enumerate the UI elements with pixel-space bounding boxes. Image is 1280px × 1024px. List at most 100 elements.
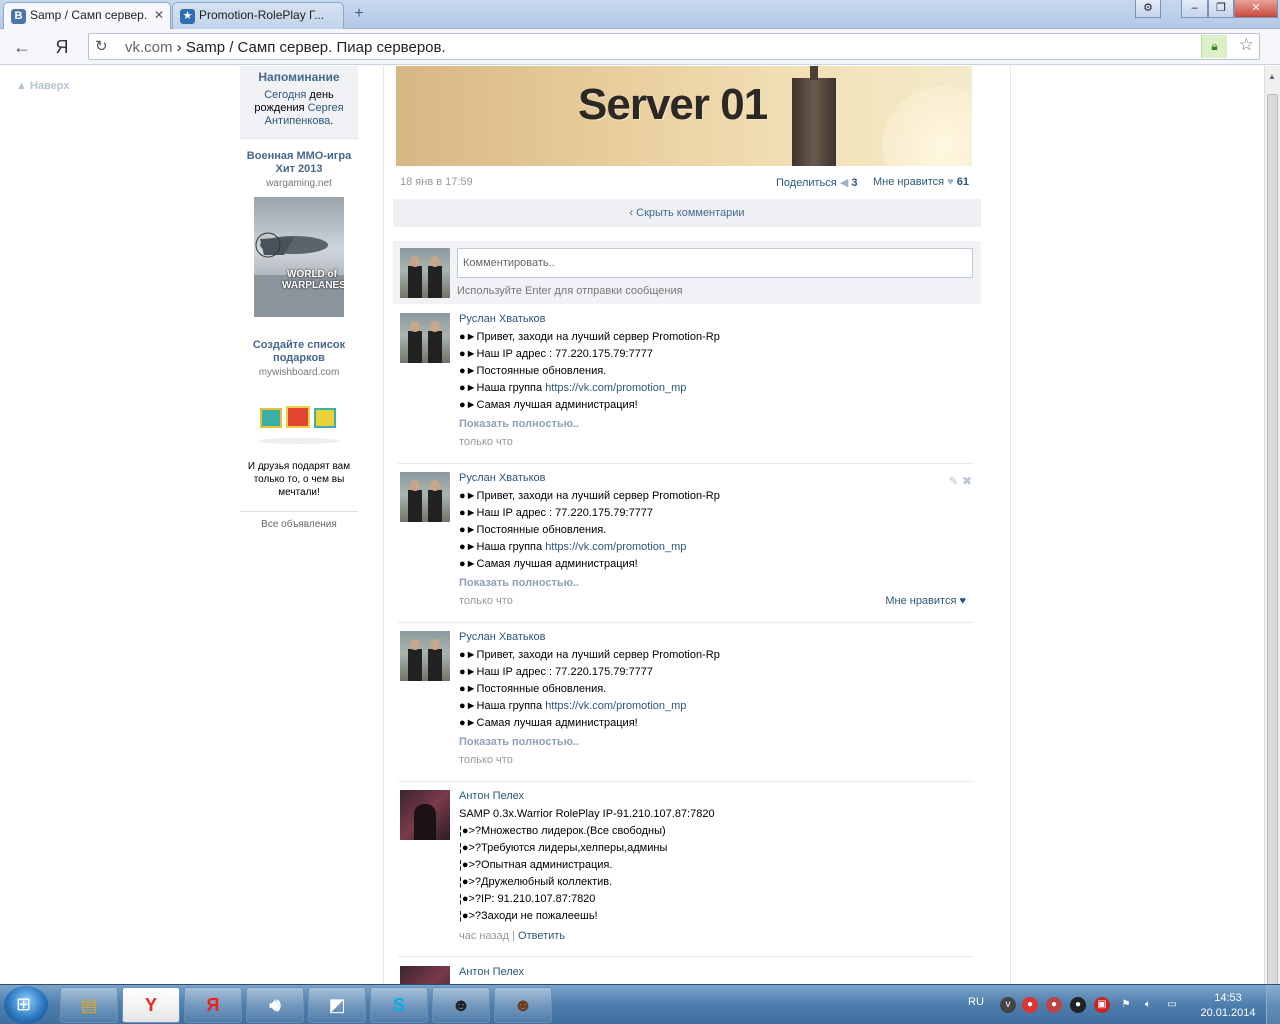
group-link[interactable]: https://vk.com/promotion_mp (545, 541, 686, 553)
tray-app-icon[interactable]: v (1000, 997, 1016, 1013)
windows-folder-icon[interactable]: ◩ (308, 987, 366, 1023)
post-date[interactable]: 18 янв в 17:59 (400, 176, 473, 188)
comment-time[interactable]: час назад (459, 930, 509, 942)
comment-like-button[interactable]: Мне нравится ♥ (885, 595, 966, 607)
comment-item: Руслан Хватьков ●►Привет, заходи на лучш… (398, 631, 974, 782)
reply-link[interactable]: Ответить (518, 930, 565, 942)
avatar[interactable] (400, 790, 450, 840)
avatar[interactable] (400, 472, 450, 522)
volume-icon[interactable]: 🔈︎ (1140, 997, 1156, 1013)
tray-app-icon[interactable]: ● (1046, 997, 1062, 1013)
post-image[interactable]: Server 01 (396, 66, 972, 166)
start-button[interactable]: ⊞ (4, 986, 48, 1024)
comment-author[interactable]: Руслан Хватьков (459, 472, 545, 484)
tray-app-icon[interactable]: ● (1070, 997, 1086, 1013)
url-path: › Samp / Самп сервер. Пиар серверов. (172, 39, 446, 56)
ad-title[interactable]: Военная ММО-игра Хит 2013 (240, 150, 358, 176)
person-shape (428, 490, 442, 522)
comment-author[interactable]: Антон Пелех (459, 790, 524, 802)
person-shape (408, 490, 422, 522)
all-ads-link[interactable]: Все объявления (240, 511, 358, 530)
gifts-image[interactable] (254, 390, 344, 454)
comment-time[interactable]: только что (459, 754, 513, 766)
ad-title[interactable]: Создайте список подарков (240, 339, 358, 365)
tray-app-icon[interactable]: ▣ (1094, 997, 1110, 1013)
megaphone-icon: ◀ (839, 177, 849, 189)
today-link[interactable]: Сегодня (264, 89, 306, 101)
hide-comments-button[interactable]: ‹ Скрыть комментарии (393, 199, 981, 227)
network-icon[interactable]: ⚑ (1118, 997, 1134, 1013)
explorer-icon[interactable]: ▤ (60, 987, 118, 1023)
my-avatar[interactable] (400, 248, 450, 298)
tab-promotion-roleplay[interactable]: ★ Promotion-RolePlay Г... (172, 2, 344, 29)
share-button[interactable]: Поделиться ◀ 3 (776, 176, 857, 189)
show-more-link[interactable]: Показать полностью.. (459, 418, 579, 430)
reload-icon[interactable]: ↻ (95, 37, 108, 55)
face-shape (430, 639, 440, 650)
scrollbar-thumb[interactable] (1267, 94, 1278, 990)
comment-line: ¦●>?Множество лидерок.(Все свободны) (459, 825, 666, 837)
back-button[interactable]: ← (10, 36, 34, 58)
ad-wishboard[interactable]: Создайте список подарков mywishboard.com… (240, 323, 358, 505)
gift-shadow (258, 438, 340, 444)
comment-composer: Комментировать.. Используйте Enter для о… (393, 241, 981, 304)
media-player-icon[interactable]: 🔊︎ (246, 987, 304, 1023)
tray-app-icon[interactable]: ● (1022, 997, 1038, 1013)
comment-line: ●►Привет, заходи на лучший сервер Promot… (459, 490, 720, 502)
comment-author[interactable]: Руслан Хватьков (459, 631, 545, 643)
skype-icon[interactable]: S (370, 987, 428, 1023)
display-icon[interactable]: ▭ (1164, 997, 1180, 1013)
avatar[interactable] (400, 313, 450, 363)
ad-warplanes[interactable]: Военная ММО-игра Хит 2013 wargaming.net … (240, 139, 358, 323)
new-tab-button[interactable]: + (349, 6, 369, 22)
like-button[interactable]: Мне нравится ♥ 61 (873, 176, 969, 188)
comment-line: ●►Привет, заходи на лучший сервер Promot… (459, 331, 720, 343)
warplane-icon (254, 232, 344, 317)
page-scrollbar[interactable]: ▲ (1264, 66, 1280, 990)
show-more-link[interactable]: Показать полностью.. (459, 577, 579, 589)
avatar[interactable] (400, 966, 450, 984)
comment-input[interactable]: Комментировать.. (457, 248, 973, 278)
clock[interactable]: 14:53 20.01.2014 (1198, 991, 1258, 1021)
gta-sa-icon[interactable]: ☻ (494, 987, 552, 1023)
yandex-button[interactable]: Я (50, 36, 74, 58)
face-shape (410, 480, 420, 491)
lock-icon[interactable]: 🔒︎ (1201, 35, 1227, 58)
vk-favicon-icon: B (11, 9, 26, 24)
comment-author[interactable]: Руслан Хватьков (459, 313, 545, 325)
show-desktop-button[interactable] (1266, 985, 1280, 1024)
restore-button[interactable]: ❐ (1208, 0, 1234, 18)
ad-domain: wargaming.net (266, 178, 332, 189)
birthday-reminder: Напоминание Сегодня день рождения Сергея… (240, 66, 358, 139)
comment-time[interactable]: только что (459, 436, 513, 448)
minimize-button[interactable]: – (1181, 0, 1208, 18)
language-indicator[interactable]: RU (968, 996, 984, 1008)
settings-icon[interactable]: ⚙ (1135, 0, 1161, 18)
url-domain: vk.com (125, 39, 173, 56)
samp-app-icon[interactable]: ☻ (432, 987, 490, 1023)
comment-time[interactable]: только что (459, 595, 513, 607)
comment-line: ●►Наш IP адрес : 77.220.175.79:7777 (459, 507, 654, 519)
group-link[interactable]: https://vk.com/promotion_mp (545, 382, 686, 394)
address-bar[interactable]: ↻ vk.com › Samp / Самп сервер. Пиар серв… (88, 33, 1260, 60)
show-more-link[interactable]: Показать полностью.. (459, 736, 579, 748)
divider (1010, 66, 1011, 984)
scroll-up-icon[interactable]: ▲ (1268, 72, 1276, 81)
tab-vk-samp[interactable]: B Samp / Самп сервер. ✕ (3, 2, 171, 29)
comment-line-text: ●►Наша группа (459, 382, 546, 394)
bookmark-star-icon[interactable]: ☆ (1239, 35, 1254, 55)
skyscraper-shape (792, 78, 836, 166)
group-link[interactable]: https://vk.com/promotion_mp (545, 700, 686, 712)
avatar[interactable] (400, 631, 450, 681)
comment-author[interactable]: Антон Пелех (459, 966, 524, 978)
close-icon[interactable]: ✕ (154, 8, 164, 22)
ad-image-warplanes[interactable]: WORLD of WARPLANES (254, 197, 344, 317)
close-window-button[interactable]: ✕ (1234, 0, 1278, 18)
url-text: vk.com › Samp / Самп сервер. Пиар сервер… (125, 39, 446, 56)
yandex-icon[interactable]: Я (184, 987, 242, 1023)
yandex-browser-icon[interactable]: Y (122, 987, 180, 1023)
scroll-to-top-link[interactable]: ▲ Наверх (16, 80, 69, 92)
edit-icon[interactable]: ✎ (949, 474, 959, 488)
delete-icon[interactable]: ✖ (962, 474, 972, 488)
post-image-text: Server 01 (578, 80, 768, 129)
